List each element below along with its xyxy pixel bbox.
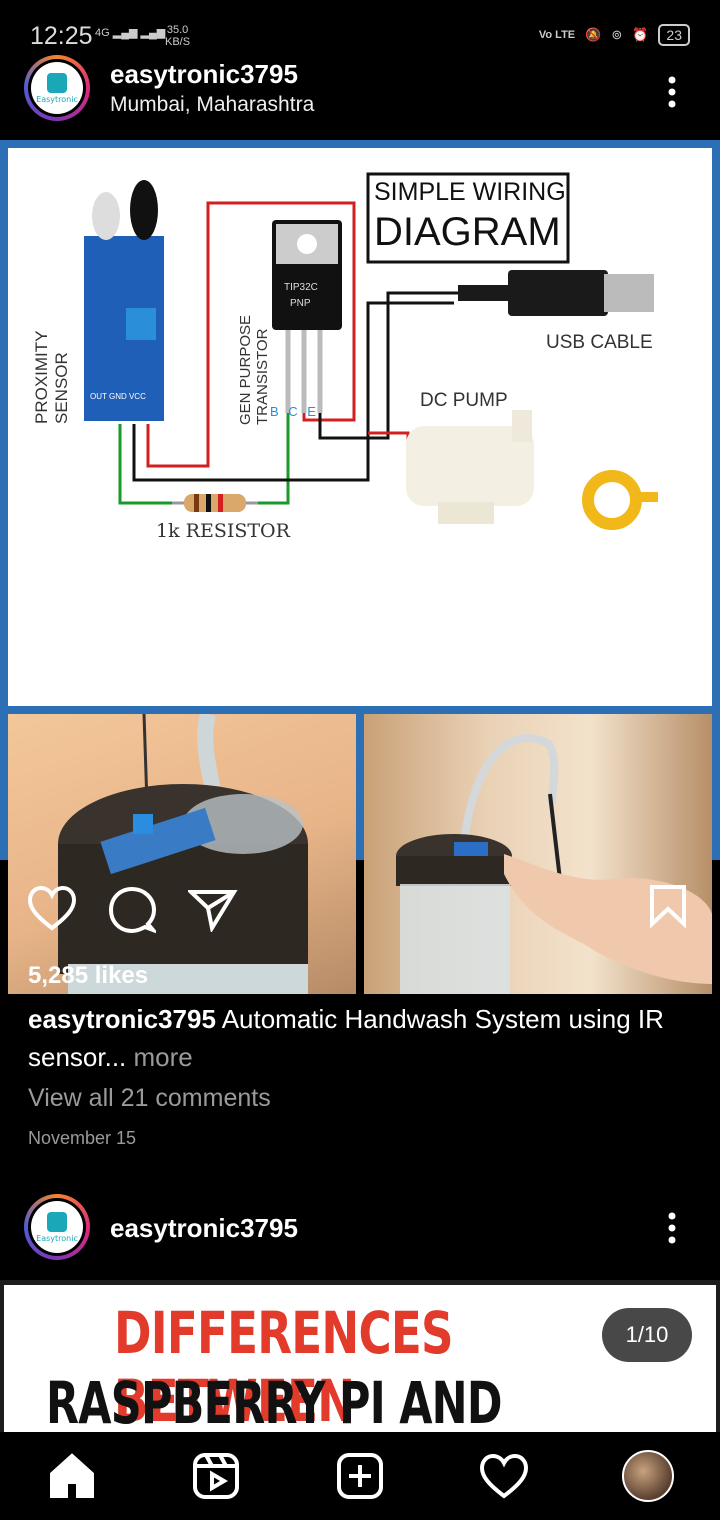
diagram-title-line1: SIMPLE WIRING — [374, 178, 566, 206]
like-button[interactable] — [27, 885, 77, 937]
post-location[interactable]: Mumbai, Maharashtra — [110, 93, 314, 117]
likes-count[interactable]: 5,285 likes — [28, 962, 148, 990]
new-post-icon[interactable] — [336, 1452, 384, 1500]
label-resistor: 1k RESISTOR — [156, 520, 290, 542]
label-pump: DC PUMP — [420, 390, 508, 411]
post-image[interactable]: SIMPLE WIRING DIAGRAM PROXIMITY SENSOR G… — [0, 140, 720, 994]
activity-icon[interactable] — [480, 1454, 528, 1500]
speed-unit: KB/S — [165, 36, 191, 48]
headline-line2: RASPBERRY PI AND ARDUINO? — [46, 1369, 502, 1432]
volte-icon: Vo LTE — [538, 29, 576, 41]
post-date: November 15 — [28, 1128, 137, 1148]
home-icon[interactable] — [48, 1452, 96, 1500]
label-usb: USB CABLE — [546, 332, 653, 353]
post2-username[interactable]: easytronic3795 — [110, 1213, 298, 1244]
speed-value: 35.0 — [166, 24, 189, 36]
more-link[interactable]: more — [126, 1042, 193, 1072]
status-bar: 12:25 4G ▂▄▆ ▂▄▆ 35.0 KB/S Vo LTE 🔕 ⊚ ⏰ … — [0, 0, 720, 60]
share-button[interactable] — [185, 888, 238, 937]
network-indicator: 4G ▂▄▆ ▂▄▆ — [95, 27, 166, 39]
label-transistor: GEN PURPOSE TRANSISTOR — [237, 314, 271, 425]
save-button[interactable] — [648, 884, 688, 933]
heart-icon[interactable] — [27, 885, 77, 932]
caption-username[interactable]: easytronic3795 — [28, 1004, 216, 1034]
post-caption: easytronic3795 Automatic Handwash System… — [28, 1000, 698, 1076]
avatar-text: Easytronic — [36, 94, 78, 104]
label-pins: B C E — [270, 404, 319, 419]
lock-icon: ⊚ — [611, 27, 623, 42]
more-options-icon[interactable] — [662, 76, 682, 116]
label-chip: TIP32C — [284, 282, 318, 293]
comment-button[interactable] — [108, 886, 160, 939]
avatar[interactable]: Easytronic — [24, 1194, 90, 1260]
post-username[interactable]: easytronic3795 — [110, 59, 298, 90]
avatar-text: Easytronic — [36, 1233, 78, 1243]
label-sensor: PROXIMITY SENSOR — [32, 330, 71, 424]
more-options-icon[interactable] — [662, 1212, 682, 1252]
bookmark-icon[interactable] — [648, 884, 688, 929]
clock: 12:25 — [30, 22, 93, 50]
profile-avatar[interactable] — [622, 1450, 674, 1502]
robot-icon — [47, 72, 67, 93]
bottom-nav — [0, 1432, 720, 1520]
status-icons: Vo LTE 🔕 ⊚ ⏰ 23 — [539, 24, 690, 46]
speed-indicator: 35.0 KB/S — [165, 24, 190, 48]
view-comments-link[interactable]: View all 21 comments — [28, 1084, 271, 1113]
battery-icon: 23 — [658, 24, 690, 46]
label-pnp: PNP — [290, 298, 311, 309]
diagram-title-line2: DIAGRAM — [374, 210, 561, 254]
caption-ellipsis: ... — [104, 1042, 127, 1072]
reels-icon[interactable] — [192, 1452, 240, 1500]
photo-sensor-jar — [8, 714, 356, 994]
wiring-diagram: SIMPLE WIRING DIAGRAM PROXIMITY SENSOR G… — [8, 148, 712, 706]
vibrate-icon: 🔕 — [585, 27, 602, 42]
alarm-icon: ⏰ — [632, 27, 649, 42]
comment-icon[interactable] — [108, 886, 160, 935]
share-icon[interactable] — [185, 888, 238, 934]
avatar[interactable]: Easytronic — [24, 55, 90, 121]
photo-hand-dispenser — [364, 714, 712, 994]
network-type: 4G — [95, 27, 110, 39]
carousel-counter: 1/10 — [602, 1308, 692, 1362]
robot-icon — [47, 1211, 67, 1232]
label-sensor-pins: OUT GND VCC — [90, 392, 146, 401]
